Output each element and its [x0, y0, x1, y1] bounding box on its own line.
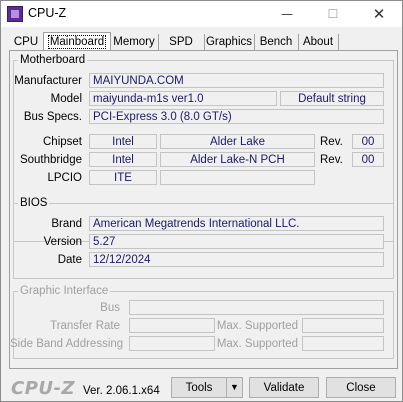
version-label: Ver. 2.06.1.x64	[83, 385, 160, 397]
bus-specs-label: Bus Specs.	[23, 111, 82, 123]
minimize-icon[interactable]: —	[264, 1, 310, 27]
bus-specs-field[interactable]: PCI-Express 3.0 (8.0 GT/s)	[89, 109, 384, 124]
chipset-rev-label: Rev.	[320, 136, 343, 148]
chipset-rev-field[interactable]: 00	[352, 134, 384, 149]
model-field[interactable]: maiyunda-m1s ver1.0	[89, 91, 277, 106]
gi-side-band-field	[129, 336, 215, 351]
bios-brand-field[interactable]: American Megatrends International LLC.	[89, 216, 384, 231]
tab-graphics[interactable]: Graphics	[204, 34, 255, 50]
gi-side-band-label: Side Band Addressing	[10, 338, 124, 350]
bios-version-label: Version	[43, 236, 82, 248]
southbridge-vendor-field[interactable]: Intel	[89, 152, 157, 167]
tab-cpu[interactable]: CPU	[9, 34, 44, 50]
southbridge-name-field[interactable]: Alder Lake-N PCH	[160, 152, 315, 167]
chipset-label: Chipset	[43, 136, 82, 148]
cpuz-app-icon	[7, 6, 23, 22]
cpuz-window: CPU-Z — ☐ ✕ CPU Mainboard Memory SPD Gra…	[0, 0, 403, 402]
tab-bench[interactable]: Bench	[254, 34, 299, 50]
tools-button[interactable]: Tools	[171, 377, 227, 398]
close-button[interactable]: Close	[326, 377, 396, 398]
manufacturer-label: Manufacturer	[14, 75, 82, 87]
bios-legend: BIOS	[20, 197, 48, 209]
gi-transfer-rate-label: Transfer Rate	[50, 320, 120, 332]
gi-max-supported-label-1: Max. Supported	[216, 320, 298, 332]
southbridge-rev-label: Rev.	[320, 154, 343, 166]
validate-button[interactable]: Validate	[249, 377, 319, 398]
gi-transfer-rate-field	[129, 318, 215, 333]
tab-memory[interactable]: Memory	[110, 34, 159, 50]
maximize-icon[interactable]: ☐	[310, 1, 356, 27]
mainboard-panel: Motherboard Manufacturer MAIYUNDA.COM Mo…	[9, 50, 398, 369]
lpcio-label: LPCIO	[47, 172, 82, 184]
model-label: Model	[50, 93, 82, 105]
window-title: CPU-Z	[28, 6, 67, 20]
tab-about[interactable]: About	[298, 34, 339, 50]
gi-max-supported-label-2: Max. Supported	[216, 338, 298, 350]
southbridge-label: Southbridge	[19, 154, 82, 166]
tools-dropdown-arrow-icon[interactable]: ▼	[226, 377, 243, 398]
gi-max-supported-field-2	[302, 336, 384, 351]
cpuz-logo: CPU-Z	[11, 378, 76, 399]
bios-brand-label: Brand	[51, 218, 82, 230]
model-extra-field[interactable]: Default string	[280, 91, 384, 106]
chipset-name-field[interactable]: Alder Lake	[160, 134, 315, 149]
gi-bus-field	[129, 300, 384, 315]
close-icon[interactable]: ✕	[356, 1, 402, 27]
motherboard-legend: Motherboard	[20, 54, 86, 66]
title-bar[interactable]: CPU-Z — ☐ ✕	[1, 1, 402, 27]
chipset-vendor-field[interactable]: Intel	[89, 134, 157, 149]
lpcio-vendor-field[interactable]: ITE	[89, 170, 157, 185]
tab-spd[interactable]: SPD	[158, 34, 205, 50]
bios-version-field[interactable]: 5.27	[89, 234, 384, 249]
gi-bus-label: Bus	[100, 302, 120, 314]
gi-max-supported-field-1	[302, 318, 384, 333]
bios-date-field[interactable]: 12/12/2024	[89, 252, 384, 267]
southbridge-rev-field[interactable]: 00	[352, 152, 384, 167]
manufacturer-field[interactable]: MAIYUNDA.COM	[89, 73, 384, 88]
lpcio-name-field[interactable]	[160, 170, 315, 185]
tab-mainboard[interactable]: Mainboard	[43, 32, 111, 51]
graphic-interface-legend: Graphic Interface	[20, 285, 109, 297]
bios-date-label: Date	[57, 254, 82, 266]
